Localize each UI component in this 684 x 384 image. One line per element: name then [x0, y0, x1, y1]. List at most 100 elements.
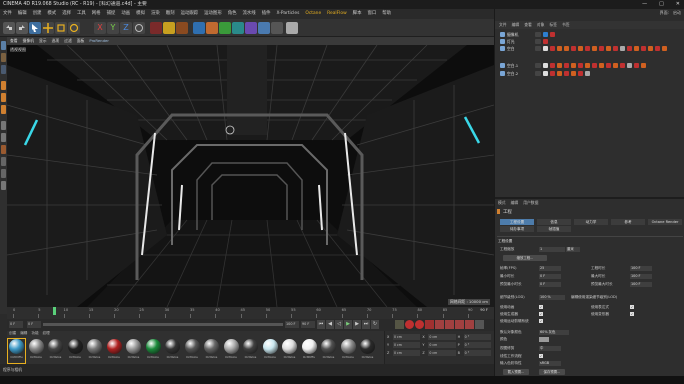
object-tag-icon[interactable] [571, 71, 576, 76]
object-tag-icon[interactable] [641, 46, 646, 51]
object-tag-icon[interactable] [585, 63, 590, 68]
material-swatch[interactable]: OctDiffu [301, 339, 318, 363]
model-mode-icon[interactable] [1, 41, 6, 50]
object-tag-icon[interactable] [662, 46, 667, 51]
material-menu-item[interactable]: 编辑 [20, 331, 27, 336]
lock-icon[interactable] [1, 157, 6, 166]
grid-icon[interactable] [1, 169, 6, 178]
play-icon[interactable]: ▶ [344, 320, 352, 329]
material-swatch[interactable]: OctGlos [242, 339, 259, 363]
goto-start-icon[interactable]: ⏮ [317, 320, 325, 329]
object-tag-icon[interactable] [627, 63, 632, 68]
object-tag-icon[interactable] [585, 46, 590, 51]
attribute-tab[interactable]: 动力学 [574, 219, 608, 225]
object-tag-icon[interactable] [599, 46, 604, 51]
redo-icon[interactable] [16, 22, 28, 34]
object-tag-icon[interactable] [557, 46, 562, 51]
x-axis-icon[interactable]: X [94, 22, 106, 34]
next-key-icon[interactable]: ▶ [353, 320, 361, 329]
timeline-ruler[interactable]: 90 F 0 5 10 15 20 25 30 35 40 45 50 55 60 65 70 75 80 85 9… [7, 307, 494, 319]
scale-project-button[interactable]: 缩放工程... [503, 255, 547, 261]
attribute-tab[interactable]: 帧插值 [537, 226, 571, 232]
points-mode-icon[interactable] [1, 81, 6, 90]
frame-range-slider[interactable] [43, 323, 283, 326]
object-row[interactable]: 空白.2 [500, 70, 590, 77]
attribute-tab[interactable]: 待办事项 [500, 226, 534, 232]
scale-field[interactable]: 1 [539, 247, 565, 252]
coord-value-field[interactable]: 0 cm [428, 334, 456, 340]
viewport-menu-item[interactable]: ProRender [89, 37, 109, 45]
object-tag-icon[interactable] [543, 39, 548, 44]
pen-icon[interactable] [206, 22, 218, 34]
menu-item[interactable]: 网格 [92, 9, 101, 19]
loop-icon[interactable]: ↻ [371, 320, 379, 329]
menu-item[interactable]: 角色 [228, 9, 237, 19]
move-icon[interactable] [42, 22, 54, 34]
input-color-select[interactable]: sRGB [539, 361, 561, 366]
field-value[interactable]: 100 F [630, 282, 652, 287]
menu-item[interactable]: 运动跟踪 [181, 9, 199, 19]
menu-item[interactable]: 渲染 [151, 9, 160, 19]
attribute-tab[interactable]: 信息 [537, 219, 571, 225]
attribute-tab[interactable]: 参考 [611, 219, 645, 225]
object-tag-icon[interactable] [627, 46, 632, 51]
object-tag-icon[interactable] [578, 46, 583, 51]
timeline-window-icon[interactable] [475, 320, 484, 329]
viewport-menu-item[interactable]: 显示 [39, 37, 47, 45]
key-select-icon[interactable] [425, 320, 434, 329]
default-color-select[interactable]: 60% 灰色 [539, 330, 569, 335]
menu-item[interactable]: Octane [305, 9, 321, 19]
material-swatch[interactable]: OctGlos [125, 339, 142, 363]
object-row[interactable]: 灯光 [500, 38, 548, 45]
menu-item[interactable]: 流水线 [243, 9, 256, 19]
render-view-icon[interactable] [150, 22, 162, 34]
menu-item[interactable]: 帮助 [382, 9, 391, 19]
menu-item[interactable]: 文件 [3, 9, 12, 19]
object-tag-icon[interactable] [557, 71, 562, 76]
object-row[interactable]: 摄像机 [500, 31, 555, 38]
y-axis-icon[interactable]: Y [107, 22, 119, 34]
cloner-icon[interactable] [232, 22, 244, 34]
object-tag-icon[interactable] [571, 46, 576, 51]
object-tag-icon[interactable] [543, 71, 548, 76]
axis-mode-icon[interactable] [1, 65, 6, 74]
lod-field[interactable]: 100 % [539, 295, 565, 300]
coord-value-field[interactable]: 0 cm [428, 350, 456, 356]
rotate-icon[interactable] [68, 22, 80, 34]
light-icon[interactable] [286, 22, 298, 34]
edges-mode-icon[interactable] [1, 93, 6, 102]
soft-select-icon[interactable] [1, 145, 6, 154]
object-tag-icon[interactable] [592, 63, 597, 68]
menu-item[interactable]: 模拟 [136, 9, 145, 19]
record-icon[interactable] [405, 320, 414, 329]
menu-item[interactable]: 插件 [262, 9, 271, 19]
tweak-icon[interactable] [1, 181, 6, 190]
object-tag-icon[interactable] [641, 63, 646, 68]
material-swatch[interactable]: OctGlos [320, 339, 337, 363]
object-tag-icon[interactable] [564, 46, 569, 51]
object-tag-icon[interactable] [543, 46, 548, 51]
undo-icon[interactable] [3, 22, 15, 34]
coord-value-field[interactable]: 0 cm [428, 342, 456, 348]
object-tag-icon[interactable] [550, 71, 555, 76]
cube-icon[interactable] [193, 22, 205, 34]
material-swatch[interactable]: OctGlos [28, 339, 45, 363]
coord-value-field[interactable]: 0 cm [393, 350, 421, 356]
checkbox[interactable]: ✓ [539, 305, 543, 309]
viewport-menu-item[interactable]: 摄像机 [23, 37, 34, 45]
viewport-menu-item[interactable]: 面板 [77, 37, 85, 45]
attribute-menu-item[interactable]: 模式 [498, 200, 506, 206]
load-preset-button[interactable]: 载入预置... [503, 369, 529, 375]
object-tag-icon[interactable] [578, 71, 583, 76]
object-tag-icon[interactable] [599, 63, 604, 68]
viewport[interactable]: 透视视图 网格间距 : 10000 cm [7, 45, 494, 307]
floor-icon[interactable] [258, 22, 270, 34]
menu-item[interactable]: 窗口 [367, 9, 376, 19]
object-tag-icon[interactable] [585, 71, 590, 76]
object-row[interactable]: 空白 [500, 45, 667, 52]
texture-mode-icon[interactable] [1, 53, 6, 62]
play-backward-icon[interactable]: ◁ [335, 320, 343, 329]
object-tag-icon[interactable] [592, 46, 597, 51]
object-tag-icon[interactable] [613, 63, 618, 68]
menu-item[interactable]: 模式 [47, 9, 56, 19]
